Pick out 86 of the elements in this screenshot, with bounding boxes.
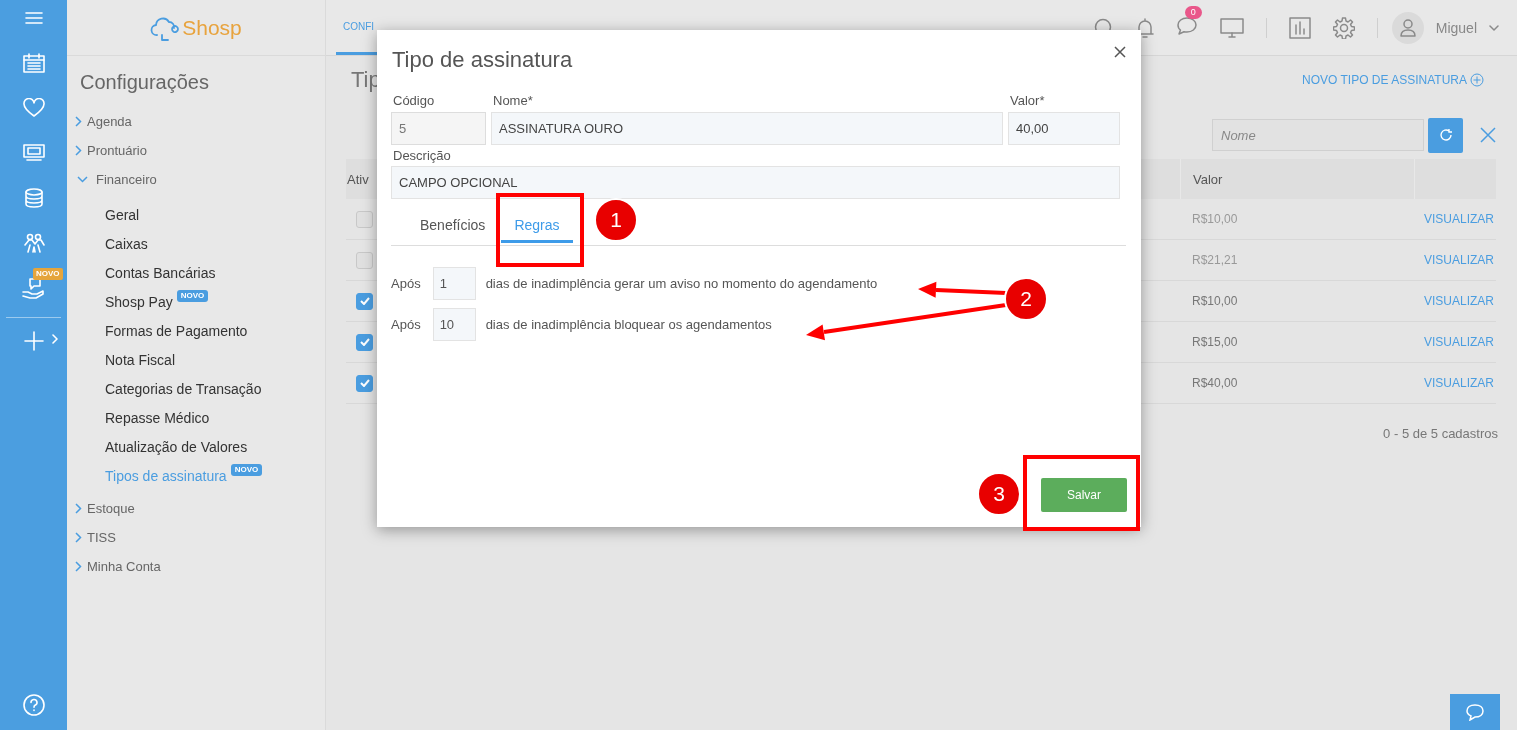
monitor-icon[interactable] [1219,17,1244,38]
chat-button[interactable] [1450,694,1500,730]
tree-item[interactable]: Financeiro [67,165,325,194]
save-button[interactable]: Salvar [1041,478,1127,512]
user-name[interactable]: Miguel [1435,19,1477,36]
checkbox[interactable] [356,251,373,269]
hand-icon[interactable] [21,276,46,299]
tab[interactable]: Regras [501,199,573,243]
table-cell: R$10,00 [1192,294,1238,308]
menu-item[interactable]: Caixas [105,235,148,252]
chat-icon [1465,703,1485,721]
check-icon [359,338,370,346]
bell-icon[interactable] [1135,16,1154,39]
checkbox[interactable] [356,292,373,310]
plus-circle-icon [1470,73,1484,87]
calendar-icon[interactable] [22,52,45,73]
dialog-title: Tipo de assinatura [391,47,573,73]
field-label: Descrição [393,149,452,163]
plus-icon[interactable] [23,330,44,351]
tree-item[interactable]: Estoque [67,494,325,523]
rule-prefix: Após [391,317,421,332]
tree-item[interactable]: Minha Conta [67,552,325,581]
logo-text: Shosp [182,15,242,40]
refresh-button[interactable] [1428,117,1463,153]
close-icon[interactable] [1114,46,1126,58]
refresh-icon [1438,128,1453,142]
settings-icon[interactable] [1332,16,1355,39]
money-icon[interactable] [22,143,45,162]
new-badge: NOVO [176,290,209,302]
table-cell: R$15,00 [1192,335,1238,349]
person-icon [1399,18,1416,37]
table-cell: R$10,00 [1192,212,1238,226]
tree-item[interactable]: Prontuário [67,136,325,165]
chevron-right-icon [75,561,82,572]
heart-icon[interactable] [22,97,45,118]
input-field[interactable]: CAMPO OPCIONAL [391,166,1120,199]
caret-icon[interactable] [1489,24,1499,31]
chevron-right-icon [75,532,82,543]
days-field[interactable]: 1 [432,267,476,300]
field-label: Código [393,94,436,108]
menu-item[interactable]: Categorias de Transação [105,380,262,397]
input-field[interactable]: ASSINATURA OURO [491,112,1003,145]
rule-text: dias de inadimplência gerar um aviso no momento do agendamento [485,276,878,291]
column-header: Ativ [347,171,369,187]
chevron-right-icon[interactable] [52,334,58,344]
pagination-text: 0 - 5 de 5 cadastros [1383,426,1498,441]
chevron-right-icon [75,503,82,514]
chevron-right-icon [75,116,82,127]
table-cell: R$40,00 [1192,376,1238,390]
tree-item[interactable]: TISS [67,523,325,552]
checkbox[interactable] [356,374,373,392]
table-cell: R$21,21 [1192,253,1238,267]
new-badge: NOVO [33,268,63,280]
rule-text: dias de inadimplência bloquear os agendamentos [485,317,772,332]
input-field[interactable]: 40,00 [1008,112,1120,145]
people-icon[interactable] [22,232,45,253]
chevron-right-icon [75,145,82,156]
days-field[interactable]: 10 [432,308,476,341]
menu-item[interactable]: Geral [105,206,140,223]
menu-item[interactable]: Nota Fiscal [105,351,176,368]
tab[interactable]: Benefícios [407,199,499,243]
menu-item[interactable]: Shosp Pay [105,293,173,310]
new-badge: NOVO [230,464,263,476]
database-icon[interactable] [23,187,44,208]
section-title: Configurações [79,70,210,94]
avatar[interactable] [1391,11,1424,44]
search-field[interactable]: Nome [1212,119,1424,151]
check-icon [359,297,370,305]
menu-item[interactable]: Formas de Pagamento [105,322,248,339]
field-label: Valor* [1010,94,1046,108]
menu-item[interactable]: Repasse Médico [105,409,210,426]
rule-prefix: Após [391,276,421,291]
checkbox[interactable] [356,333,373,351]
checkbox[interactable] [356,210,373,228]
help-icon[interactable] [22,694,45,716]
menu-item[interactable]: Contas Bancárias [105,264,216,281]
column-header: Valor [1193,171,1223,187]
notification-badge: 0 [1184,5,1202,19]
check-icon [359,379,370,387]
field-label: Nome* [493,94,534,108]
chevron-down-icon [77,176,88,183]
tree-item[interactable]: Agenda [67,107,325,136]
bar-chart-icon[interactable] [1288,16,1311,39]
chat-icon[interactable] [1175,15,1198,36]
menu-item[interactable]: Atualização de Valores [105,438,248,455]
menu-icon[interactable] [24,11,43,25]
